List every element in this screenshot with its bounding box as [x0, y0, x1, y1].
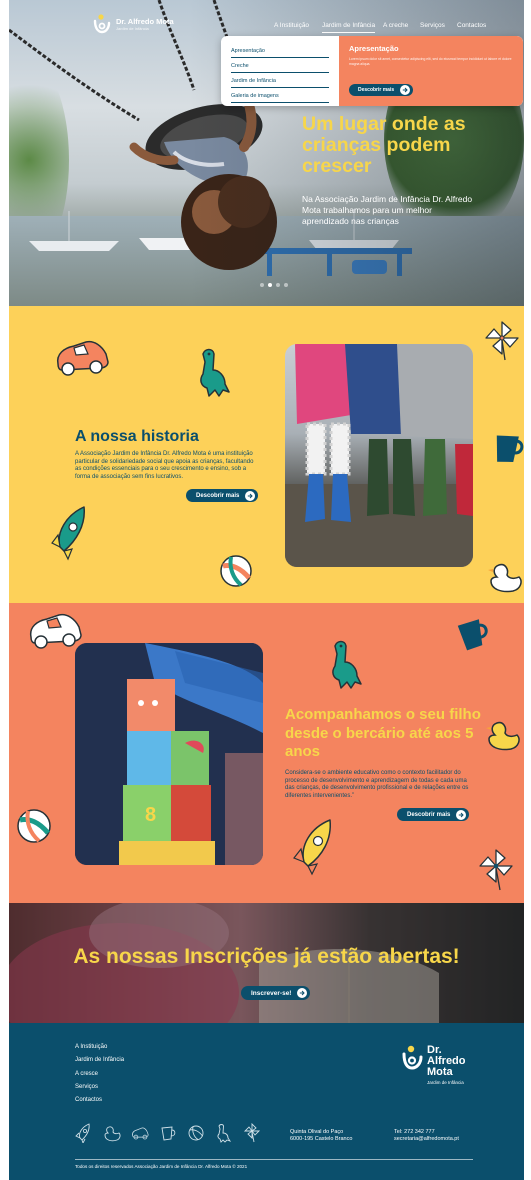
story-photo-children-boots: [285, 344, 473, 567]
follow-discover-label: Descobrir mais: [407, 811, 451, 818]
footer-address-line-1: Quinta Olival do Paço: [290, 1129, 344, 1135]
signup-button[interactable]: Inscrever-se!: [241, 986, 311, 1000]
story-title: A nossa historia: [75, 428, 199, 445]
signup-banner: As nossas Inscrições já estão abertas! I…: [9, 903, 524, 1023]
follow-photo-stacking-blocks: 8: [75, 643, 263, 865]
pinwheel-icon: [243, 1123, 261, 1143]
logo-mark-icon: [93, 14, 111, 34]
footer-link-jardim-de-infancia[interactable]: Jardim de Infância: [75, 1057, 124, 1063]
ball-icon: [220, 555, 252, 587]
cup-icon: [457, 619, 488, 651]
footer-link-servicos[interactable]: Serviços: [75, 1084, 124, 1090]
carousel-dot-2[interactable]: [268, 283, 272, 287]
dropdown-item-apresentacao[interactable]: Apresentação: [231, 46, 329, 58]
pinwheel-icon: [479, 849, 513, 891]
hero-carousel-dots: [260, 283, 288, 287]
carousel-dot-3[interactable]: [276, 283, 280, 287]
carousel-dot-4[interactable]: [284, 283, 288, 287]
footer-logo-line-3: Mota: [427, 1066, 453, 1078]
dropdown-list: Apresentação Creche Jardim de Infância G…: [221, 36, 339, 106]
logo-name: Dr. Alfredo Mota: [116, 16, 174, 26]
duck-icon: [104, 1126, 121, 1142]
footer-address-line-2: 6000-195 Castelo Branco: [290, 1136, 353, 1142]
duck-icon: [486, 721, 520, 751]
dropdown-item-creche[interactable]: Creche: [231, 61, 329, 73]
dropdown-discover-button[interactable]: Descobrir mais: [349, 84, 414, 96]
rocket-icon: [293, 819, 331, 876]
dropdown-preview-panel: Apresentação Lorem ipsum dolor sit amet,…: [339, 36, 523, 106]
car-icon: [56, 340, 109, 376]
cup-icon: [161, 1126, 176, 1141]
footer-logo-wordmark: Dr. Alfredo Mota Jardim de Infância: [427, 1045, 466, 1086]
dropdown-item-jardim-de-infancia[interactable]: Jardim de Infância: [231, 76, 329, 88]
arrow-right-icon: [245, 490, 256, 501]
dropdown-panel-text: Lorem ipsum dolor sit amet, consectetur …: [349, 57, 512, 66]
carousel-dot-1[interactable]: [260, 283, 264, 287]
arrow-right-icon: [297, 988, 308, 998]
rocket-icon: [51, 506, 85, 561]
signup-title: As nossas Inscrições já estão abertas!: [73, 945, 460, 968]
dinosaur-icon: [332, 640, 362, 689]
ball-icon: [17, 809, 51, 843]
car-icon: [29, 613, 82, 649]
footer-link-contactos[interactable]: Contactos: [75, 1097, 124, 1103]
logo-wordmark: Dr. Alfredo Mota Jardim de Infância: [116, 16, 174, 31]
footer-contact: Tel: 272 342 777 secretaria@alfredomota.…: [394, 1129, 459, 1143]
footer-phone[interactable]: Tel: 272 342 777: [394, 1129, 459, 1136]
footer-links: A Instituição Jardim de Infância A cresc…: [75, 1044, 124, 1110]
dinosaur-icon: [200, 348, 230, 397]
logo-mark-icon: [402, 1045, 423, 1070]
site-footer: A Instituição Jardim de Infância A cresc…: [9, 1023, 524, 1180]
pinwheel-icon: [485, 321, 519, 361]
nav-item-contactos[interactable]: Contactos: [457, 22, 486, 29]
follow-text: Considera-se o ambiente educativo como o…: [285, 770, 469, 799]
footer-address: Quinta Olival do Paço 6000-195 Castelo B…: [290, 1129, 352, 1143]
follow-discover-button[interactable]: Descobrir mais: [397, 808, 470, 821]
car-icon: [132, 1127, 149, 1140]
follow-section: 8 Acompanhamos o seu filho desde o bercá…: [9, 603, 524, 903]
footer-link-cresce[interactable]: A cresce: [75, 1071, 124, 1077]
rocket-icon: [75, 1123, 90, 1143]
story-discover-button[interactable]: Descobrir mais: [186, 489, 259, 502]
svg-text:8: 8: [145, 804, 156, 826]
hero-section: Dr. Alfredo Mota Jardim de Infância A In…: [9, 0, 524, 306]
story-section: A nossa historia A Associação Jardim de …: [9, 306, 524, 603]
page: Dr. Alfredo Mota Jardim de Infância A In…: [0, 0, 531, 1180]
footer-email[interactable]: secretaria@alfredomota.pt: [394, 1136, 459, 1143]
footer-logo-subtitle: Jardim de Infância: [427, 1080, 464, 1085]
nav-item-servicos[interactable]: Serviços: [420, 22, 445, 29]
ball-icon: [188, 1125, 204, 1141]
signup-button-label: Inscrever-se!: [251, 989, 292, 997]
footer-toy-icons: [75, 1123, 261, 1143]
dropdown-discover-label: Descobrir mais: [358, 87, 395, 93]
footer-link-instituicao[interactable]: A Instituição: [75, 1044, 124, 1050]
story-discover-label: Descobrir mais: [196, 492, 240, 499]
footer-divider: [75, 1159, 473, 1160]
follow-title: Acompanhamos o seu filho desde o bercári…: [285, 706, 481, 760]
site-logo[interactable]: Dr. Alfredo Mota Jardim de Infância: [93, 14, 174, 34]
cup-icon: [496, 435, 524, 462]
nav-item-jardim-de-infancia[interactable]: Jardim de Infância: [322, 22, 376, 33]
arrow-right-icon: [456, 809, 467, 820]
hero-subheading: Na Associação Jardim de Infância Dr. Alf…: [302, 194, 473, 226]
arrow-right-icon: [400, 85, 411, 95]
story-text: A Associação Jardim de Infância Dr. Alfr…: [75, 451, 254, 480]
footer-copyright: Todos os direitos reservados Associação …: [75, 1164, 248, 1169]
nav-dropdown-menu: Apresentação Creche Jardim de Infância G…: [221, 36, 523, 106]
dinosaur-icon: [217, 1124, 232, 1143]
footer-logo[interactable]: Dr. Alfredo Mota Jardim de Infância: [401, 1045, 466, 1085]
nav-item-creche[interactable]: A creche: [383, 22, 408, 29]
duck-icon: [488, 563, 522, 593]
dropdown-item-galeria[interactable]: Galeria de imagens: [231, 91, 329, 103]
logo-subtitle: Jardim de Infância: [116, 25, 149, 31]
dropdown-panel-title: Apresentação: [349, 44, 399, 53]
hero-heading: Um lugar onde as crianças podem crescer: [302, 113, 466, 177]
nav-item-instituicao[interactable]: A Instituição: [274, 22, 309, 29]
